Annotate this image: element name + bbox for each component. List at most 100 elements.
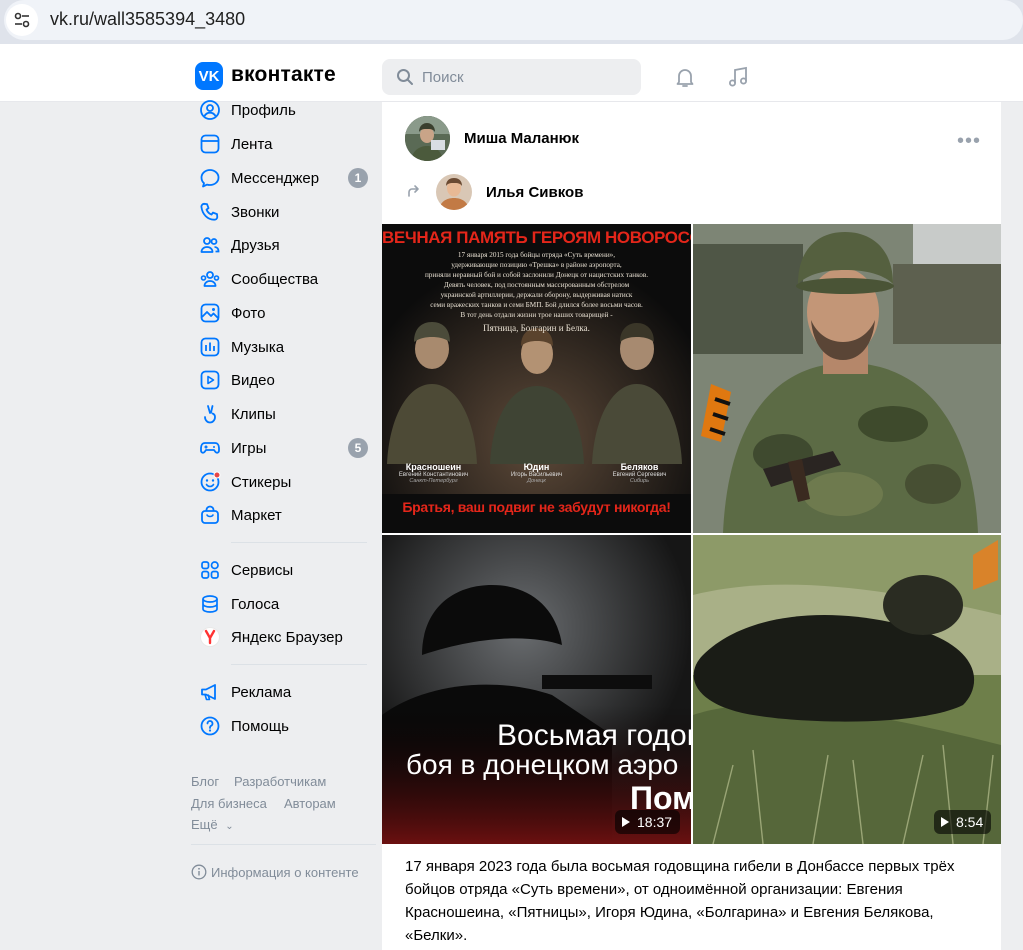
messenger-icon: [200, 169, 220, 188]
sidebar-item-video[interactable]: Видео: [191, 363, 376, 397]
site-settings-icon[interactable]: [6, 4, 38, 36]
sidebar-item-label: Маркет: [231, 506, 282, 524]
poster-name-2: Юдин Игорь Васильевич Донецк: [485, 462, 588, 484]
more-options-icon[interactable]: •••: [957, 130, 981, 153]
poster-line: украинской артиллерии, держали оборону, …: [440, 291, 633, 299]
search-box[interactable]: [382, 59, 641, 95]
video-icon: [200, 370, 220, 390]
sidebar-item-label: Лента: [231, 135, 273, 153]
sidebar-item-services[interactable]: Сервисы: [191, 553, 376, 587]
market-icon: [201, 505, 219, 524]
poster-footer: Братья, ваш подвиг не забудут никогда!: [402, 499, 671, 515]
browser-address-bar: vk.ru/wall3585394_3480: [0, 0, 1023, 44]
games-badge: 5: [348, 438, 368, 458]
profile-icon: [200, 100, 220, 120]
footer-link-developers[interactable]: Разработчикам: [234, 774, 326, 789]
music-player-icon[interactable]: [724, 63, 752, 91]
notifications-bell-icon[interactable]: [671, 63, 699, 91]
chevron-down-icon: ⌄: [225, 821, 234, 832]
footer-link-blog[interactable]: Блог: [191, 774, 219, 789]
author-avatar[interactable]: [405, 116, 450, 161]
sidebar-item-votes[interactable]: Голоса: [191, 587, 376, 621]
sidebar-item-label: Друзья: [231, 236, 280, 254]
video-overlay-line1: Восьмая годов: [497, 719, 691, 752]
sidebar-item-stickers[interactable]: Стикеры: [191, 465, 376, 499]
video-overlay-line2: боя в донецком аэро: [406, 749, 679, 780]
sidebar-item-calls[interactable]: Звонки: [191, 195, 376, 229]
sidebar-item-clips[interactable]: Клипы: [191, 397, 376, 431]
vk-logo-text[interactable]: вконтакте: [231, 63, 336, 87]
sidebar-item-label: Мессенджер: [231, 169, 320, 187]
sidebar-item-help[interactable]: Помощь: [191, 709, 376, 743]
search-icon: [397, 69, 413, 85]
content-info-label: Информация о контенте: [211, 864, 359, 880]
video-thumbnail-field[interactable]: 8:54: [693, 535, 1001, 844]
services-icon: [201, 561, 219, 579]
poster-line: удерживающие позицию «Трешка» в районе а…: [451, 261, 622, 269]
feed-icon: [200, 134, 220, 154]
search-input[interactable]: [422, 59, 632, 95]
sidebar-item-music[interactable]: Музыка: [191, 330, 376, 364]
sidebar-item-label: Игры: [231, 439, 267, 457]
sidebar-item-label: Клипы: [231, 405, 276, 423]
help-icon: [200, 716, 220, 736]
sidebar-item-photo[interactable]: Фото: [191, 296, 376, 330]
poster-text: 17 января 2015 года бойцы отряда «Суть в…: [392, 250, 681, 333]
divider: [191, 844, 376, 845]
video-duration-badge: 18:37: [615, 810, 681, 834]
sidebar-item-friends[interactable]: Друзья: [191, 228, 376, 262]
footer-link-business[interactable]: Для бизнеса: [191, 796, 267, 811]
url-text[interactable]: vk.ru/wall3585394_3480: [50, 9, 245, 30]
unread-badge: 1: [348, 168, 368, 188]
sidebar-item-label: Профиль: [231, 101, 296, 119]
post-text: 17 января 2023 года была восьмая годовщи…: [405, 858, 955, 944]
communities-icon: [200, 271, 220, 287]
video-duration: 8:54: [956, 814, 984, 830]
poster-city: Донецк: [527, 478, 546, 484]
sidebar-item-market[interactable]: Маркет: [191, 498, 376, 532]
play-icon: [941, 817, 949, 827]
sidebar-item-label: Яндекс Браузер: [231, 628, 343, 646]
sidebar-item-feed[interactable]: Лента: [191, 127, 376, 161]
wall-post: Миша Маланюк ••• Илья Сивков ВЕЧНАЯ ПАМЯ…: [382, 102, 1001, 950]
post-author-name[interactable]: Миша Маланюк: [464, 130, 579, 147]
repost-author-avatar[interactable]: [436, 174, 472, 210]
vk-logo-icon[interactable]: VK: [195, 62, 223, 90]
repost-author-name[interactable]: Илья Сивков: [486, 184, 583, 201]
photo-icon: [200, 303, 220, 323]
divider: [231, 664, 367, 665]
sidebar-item-label: Сообщества: [231, 270, 319, 288]
footer-link-authors[interactable]: Авторам: [284, 796, 336, 811]
sidebar-item-games[interactable]: Игры 5: [191, 431, 376, 465]
poster-city: Сибирь: [629, 478, 650, 484]
friends-icon: [200, 237, 220, 253]
clips-icon: [204, 405, 216, 424]
memorial-poster-image[interactable]: ВЕЧНАЯ ПАМЯТЬ ГЕРОЯМ НОВОРОССИИ 17 январ…: [382, 224, 691, 533]
sidebar-item-profile[interactable]: Профиль: [191, 93, 376, 127]
poster-line: семи вражеских танков и семи БМП. Бой дл…: [430, 301, 643, 309]
video-thumbnail-anniversary[interactable]: Восьмая годов боя в донецком аэро Пом 18…: [382, 535, 691, 844]
sidebar-item-communities[interactable]: Сообщества: [191, 262, 376, 296]
divider: [231, 542, 367, 543]
sidebar-item-label: Видео: [231, 371, 275, 389]
poster-surname: Беляков: [620, 462, 659, 472]
sidebar-item-label: Сервисы: [231, 561, 294, 579]
ads-icon: [201, 684, 216, 701]
sidebar-item-label: Помощь: [231, 717, 289, 735]
sidebar-item-ads[interactable]: Реклама: [191, 675, 376, 709]
yandex-icon: [200, 627, 220, 647]
poster-name-1: Красношеин Евгений Константинович Санкт-…: [382, 462, 485, 484]
stickers-icon: [200, 471, 221, 492]
poster-surname: Красношеин: [405, 462, 462, 472]
poster-surname: Юдин: [523, 462, 550, 472]
content-info-link[interactable]: Информация о контенте: [191, 864, 359, 880]
footer-more-label: Ещё: [191, 817, 218, 832]
sidebar-item-label: Музыка: [231, 338, 285, 356]
sidebar-item-yandex-browser[interactable]: Яндекс Браузер: [191, 620, 376, 654]
sidebar-item-label: Фото: [231, 304, 266, 322]
poster-city: Санкт-Петербург: [409, 478, 458, 484]
sidebar-item-messenger[interactable]: Мессенджер 1: [191, 161, 376, 195]
footer-more-link[interactable]: Ещё ⌄: [191, 817, 234, 832]
video-duration: 18:37: [637, 814, 673, 830]
soldier-photo-image[interactable]: [693, 224, 1001, 533]
